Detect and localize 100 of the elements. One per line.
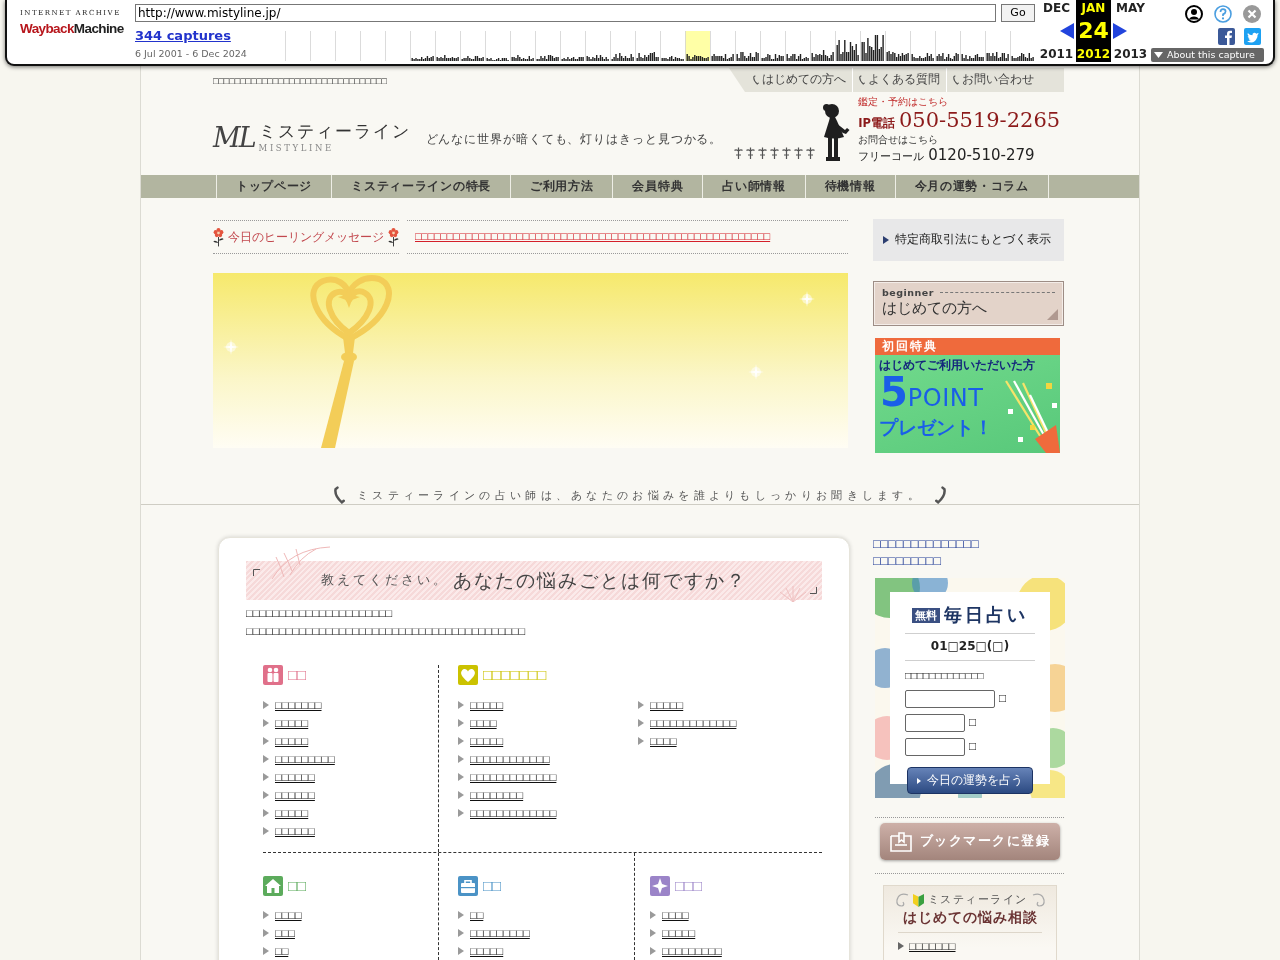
category-link[interactable]: □□□□□ — [470, 734, 504, 748]
category-link[interactable]: □□□□□ — [275, 806, 309, 820]
facebook-icon[interactable] — [1218, 28, 1235, 45]
category-link[interactable]: □□□□□ — [275, 734, 309, 748]
category-link[interactable]: □□□□□□□□□□□□□ — [470, 806, 557, 820]
category-link[interactable]: □□□□□ — [662, 926, 696, 940]
category-link[interactable]: □□□□□□□□ — [470, 788, 524, 802]
category-link[interactable]: □□ — [470, 908, 484, 922]
party-popper-icon — [1002, 379, 1060, 453]
guide-link[interactable]: □□□□□□□ — [909, 939, 956, 954]
triangle-icon — [263, 809, 269, 817]
date-range: 6 Jul 2001 - 6 Dec 2024 — [135, 47, 247, 60]
freecall-number[interactable]: 0120-510-279 — [928, 146, 1035, 165]
nav-link[interactable]: 待機情報 — [804, 175, 895, 198]
triangle-icon — [638, 719, 644, 727]
fortune-prompt: □□□□□□□□□□□□□ — [905, 670, 985, 682]
category-link[interactable]: □□□□□ — [470, 698, 504, 712]
nav-link[interactable]: 会員特典 — [612, 175, 703, 198]
input-field[interactable] — [905, 690, 995, 708]
triangle-icon — [883, 236, 889, 244]
help-icon[interactable] — [1214, 5, 1232, 23]
year-link[interactable]: 2012 — [1076, 46, 1111, 62]
fortune-button[interactable]: 今日の運勢を占う — [907, 767, 1033, 794]
message-link[interactable]: □□□□□□□□□□□□□□□□□□□□□□□□□□□□□□□□□□□□□□□□□□□□□□□□□□□□□□□□ — [415, 230, 771, 244]
category-link[interactable]: □□□□□□ — [275, 788, 315, 802]
next-arrow-icon[interactable] — [1113, 23, 1127, 39]
about-capture-button[interactable]: About this capture — [1151, 48, 1264, 62]
sprout-icon — [758, 147, 768, 159]
category-link[interactable]: □□□□□□ — [275, 824, 315, 838]
year-link[interactable]: 2013 — [1113, 46, 1148, 62]
receiver-icon — [935, 486, 947, 504]
twitter-icon[interactable] — [1244, 28, 1261, 45]
category-link[interactable]: □□□□ — [650, 734, 677, 748]
category-link[interactable]: □□□□□□□□□□□□ — [470, 752, 550, 766]
category-link[interactable]: □□□□□□□□□□□□□ — [650, 716, 737, 730]
beginner-link[interactable]: beginner はじめての方へ — [873, 281, 1064, 326]
category-link[interactable]: □□ — [275, 944, 289, 958]
top-link[interactable]: お問い合わせ — [946, 68, 1040, 92]
triangle-icon — [638, 737, 644, 745]
site-name[interactable]: ミスティーライン — [258, 122, 411, 142]
top-link[interactable]: はじめての方へ — [747, 68, 852, 92]
captures-link[interactable]: 344 captures — [135, 28, 231, 44]
triangle-icon — [458, 947, 464, 955]
sparkle-icon — [223, 339, 239, 355]
year-link[interactable]: 2011 — [1039, 46, 1074, 62]
bonus-subtitle: はじめてご利用いただいた方 — [879, 358, 1035, 372]
category-link[interactable]: □□□□ — [662, 908, 689, 922]
triangle-icon — [458, 911, 464, 919]
notice-link[interactable]: □□□□□□□□□□□□□□ □□□□□□□□□ — [873, 536, 1064, 570]
month-link[interactable]: DEC — [1039, 0, 1074, 16]
sprout-icon — [782, 147, 792, 159]
caret-icon — [1154, 52, 1163, 58]
category-link[interactable]: □□□ — [275, 926, 295, 940]
day-link[interactable]: 24 — [1076, 16, 1111, 46]
category-link[interactable]: □□□□□□□□□ — [275, 752, 335, 766]
logo-wordmark[interactable]: WaybackMachine — [20, 18, 124, 40]
triangle-icon — [263, 911, 269, 919]
bonus-banner[interactable]: 初回特典 はじめてご利用いただいた方 5 POINT プレゼント！ — [875, 338, 1060, 453]
triangle-icon — [898, 942, 904, 951]
nav-link[interactable]: 今月の運勢・コラム — [894, 175, 1049, 198]
nav-link[interactable]: 占い師情報 — [702, 175, 805, 198]
nav-link[interactable]: ミスティーラインの特長 — [331, 175, 510, 198]
close-icon[interactable] — [1243, 5, 1261, 23]
category-link[interactable]: □□□□□□□□□ — [662, 944, 722, 958]
url-field[interactable]: http://www.mistyline.jp/ — [135, 4, 996, 22]
month-link[interactable]: JAN — [1076, 0, 1111, 16]
field-unit: □ — [969, 739, 977, 755]
input-field[interactable] — [905, 714, 965, 732]
prev-arrow-icon[interactable] — [1060, 23, 1074, 39]
category-link[interactable]: □□□□□ — [470, 944, 504, 958]
capture-histogram-drawing[interactable] — [285, 31, 1035, 61]
category-link[interactable]: □□□□□□ — [275, 770, 315, 784]
present-text: プレゼント！ — [879, 415, 993, 440]
input-field[interactable] — [905, 738, 965, 756]
nav-link[interactable]: トップページ — [216, 175, 332, 198]
triangle-icon — [650, 911, 656, 919]
month-link[interactable]: MAY — [1113, 0, 1148, 16]
category-link[interactable]: □□□□□□□ — [275, 698, 322, 712]
top-link[interactable]: よくある質問 — [852, 68, 946, 92]
leaf-icon — [912, 892, 924, 908]
legal-notice-link[interactable]: 特定商取引法にもとづく表示 — [873, 219, 1064, 261]
sprout-icon — [734, 147, 744, 159]
phone-number[interactable]: 050-5519-2265 — [899, 108, 1061, 132]
category-link[interactable]: □□□□□□□□□ — [470, 926, 530, 940]
category-link[interactable]: □□□□□□□□□□□□□ — [470, 770, 557, 784]
logo-monogram[interactable]: ML — [213, 120, 255, 156]
category-link[interactable]: □□□□ — [470, 716, 497, 730]
triangle-icon — [458, 701, 464, 709]
go-button[interactable]: Go — [1001, 4, 1035, 22]
category-link[interactable]: □□□□ — [275, 908, 302, 922]
inquiry-caption: お問合せはこちら — [858, 134, 940, 146]
sparkle-icon — [799, 291, 815, 307]
girl-silhouette-icon — [820, 103, 851, 161]
category-title: □□ — [288, 876, 307, 896]
triangle-icon — [650, 929, 656, 937]
category-link[interactable]: □□□□□ — [275, 716, 309, 730]
category-link[interactable]: □□□□□ — [650, 698, 684, 712]
site-name-latin: MISTYLINE — [258, 143, 335, 154]
nav-link[interactable]: ご利用方法 — [509, 175, 613, 198]
user-icon[interactable] — [1185, 5, 1203, 23]
